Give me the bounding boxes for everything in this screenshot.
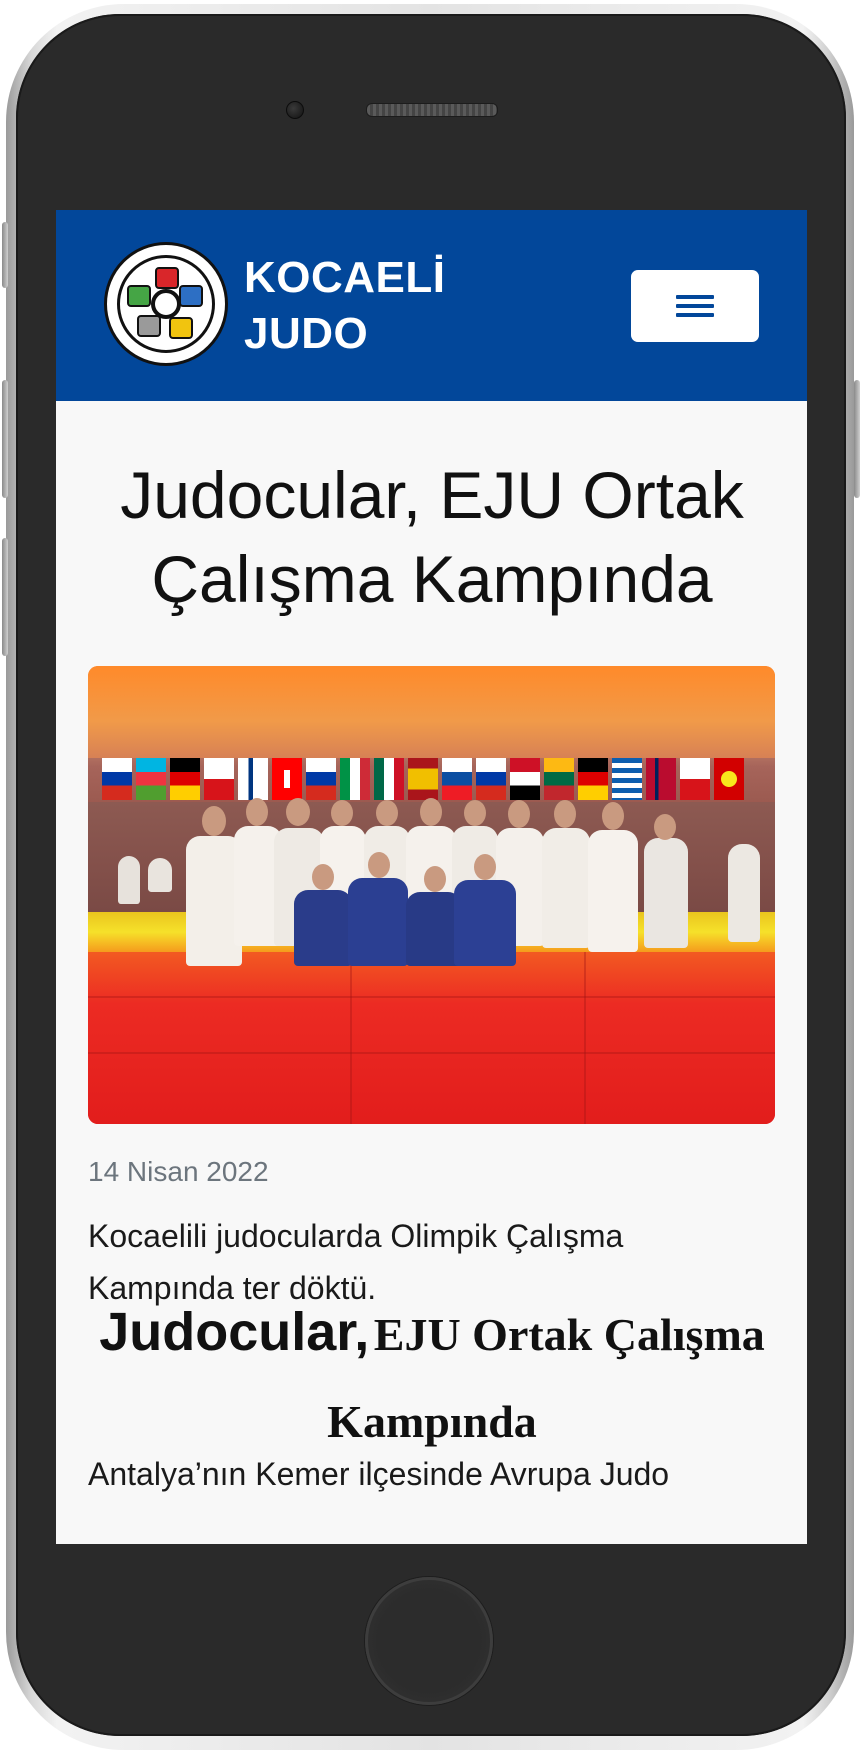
mat-line bbox=[88, 996, 775, 998]
flag bbox=[646, 758, 676, 800]
logo-gi-green bbox=[127, 285, 151, 307]
flag bbox=[612, 758, 642, 800]
judoka-head bbox=[202, 806, 226, 836]
brand-line-2: JUDO bbox=[244, 309, 369, 358]
mute-switch bbox=[2, 222, 8, 288]
background-judoka bbox=[148, 858, 172, 892]
navbar: KOCAELİ JUDO bbox=[56, 210, 807, 401]
judoka-head bbox=[376, 800, 398, 826]
kneeling-judoka bbox=[454, 880, 516, 966]
judoka-head bbox=[474, 854, 496, 880]
standing-judoka bbox=[644, 838, 688, 948]
article-body: Antalya’nın Kemer ilçesinde Avrupa Judo bbox=[88, 1456, 670, 1492]
flag bbox=[680, 758, 710, 800]
navbar-toggle-button[interactable] bbox=[631, 270, 759, 342]
flag bbox=[306, 758, 336, 800]
flag bbox=[136, 758, 166, 800]
article-content: Judocular, EJU Ortak Çalışma Kampında bbox=[88, 401, 776, 621]
earpiece-speaker bbox=[366, 103, 498, 117]
judoka-head bbox=[246, 798, 268, 826]
home-button[interactable] bbox=[365, 1577, 493, 1705]
mat-line bbox=[350, 952, 352, 1124]
logo-gi-gray bbox=[137, 315, 161, 337]
flag bbox=[714, 758, 744, 800]
volume-down-button bbox=[2, 538, 8, 656]
flag bbox=[578, 758, 608, 800]
judoka-head bbox=[331, 800, 353, 826]
flag bbox=[102, 758, 132, 800]
kneeling-judoka bbox=[294, 890, 352, 966]
flag bbox=[476, 758, 506, 800]
article-title: Judocular, EJU Ortak Çalışma Kampında bbox=[120, 458, 744, 616]
judoka-head bbox=[286, 798, 310, 826]
background-judoka bbox=[118, 856, 140, 904]
flag bbox=[374, 758, 404, 800]
standing-judoka bbox=[588, 830, 638, 952]
judoka-head bbox=[508, 800, 530, 828]
logo-gi-red bbox=[155, 267, 179, 289]
judoka-head bbox=[554, 800, 576, 828]
flag bbox=[204, 758, 234, 800]
judoka-head bbox=[420, 798, 442, 826]
subheading-part-1: Judocular, bbox=[99, 1302, 370, 1362]
logo-center bbox=[151, 289, 181, 319]
mat-line bbox=[584, 952, 586, 1124]
judoka-head bbox=[654, 814, 676, 840]
mat-line bbox=[88, 1052, 775, 1054]
photo-floor-red bbox=[88, 952, 775, 1124]
flag bbox=[238, 758, 268, 800]
judoka-head bbox=[368, 852, 390, 878]
flag bbox=[170, 758, 200, 800]
standing-judoka bbox=[542, 828, 590, 948]
brand-line-1: KOCAELİ bbox=[244, 253, 446, 302]
brand-name[interactable]: KOCAELİ JUDO bbox=[244, 250, 446, 362]
power-button bbox=[854, 380, 860, 498]
judoka-head bbox=[424, 866, 446, 892]
judoka-head bbox=[464, 800, 486, 826]
article-date: 14 Nisan 2022 bbox=[88, 1156, 269, 1187]
screen: KOCAELİ JUDO Judocular, EJU Ortak Çalışm… bbox=[56, 210, 807, 1544]
flag bbox=[442, 758, 472, 800]
logo-gi-blue bbox=[179, 285, 203, 307]
article-photo[interactable] bbox=[88, 666, 775, 1124]
hamburger-menu-icon-bar-3 bbox=[676, 313, 714, 317]
photo-flags bbox=[102, 758, 762, 802]
flag bbox=[340, 758, 370, 800]
hamburger-menu-icon-bar-2 bbox=[676, 304, 714, 308]
hamburger-menu-icon bbox=[676, 295, 714, 299]
flag bbox=[408, 758, 438, 800]
flag bbox=[510, 758, 540, 800]
front-camera-icon bbox=[286, 101, 304, 119]
subheading-part-2: EJU Ortak Çalışma Kampında bbox=[327, 1309, 765, 1447]
judoka-head bbox=[602, 802, 624, 830]
flag bbox=[544, 758, 574, 800]
judoka-head bbox=[312, 864, 334, 890]
volume-up-button bbox=[2, 380, 8, 498]
flag bbox=[272, 758, 302, 800]
article-subheading: Judocular, EJU Ortak Çalışma Kampında bbox=[88, 1294, 776, 1471]
kneeling-judoka bbox=[348, 878, 408, 966]
logo-gi-yellow bbox=[169, 317, 193, 339]
photo-ceiling bbox=[88, 666, 775, 758]
background-judoka bbox=[728, 844, 760, 942]
ijf-logo-icon[interactable] bbox=[104, 242, 228, 366]
